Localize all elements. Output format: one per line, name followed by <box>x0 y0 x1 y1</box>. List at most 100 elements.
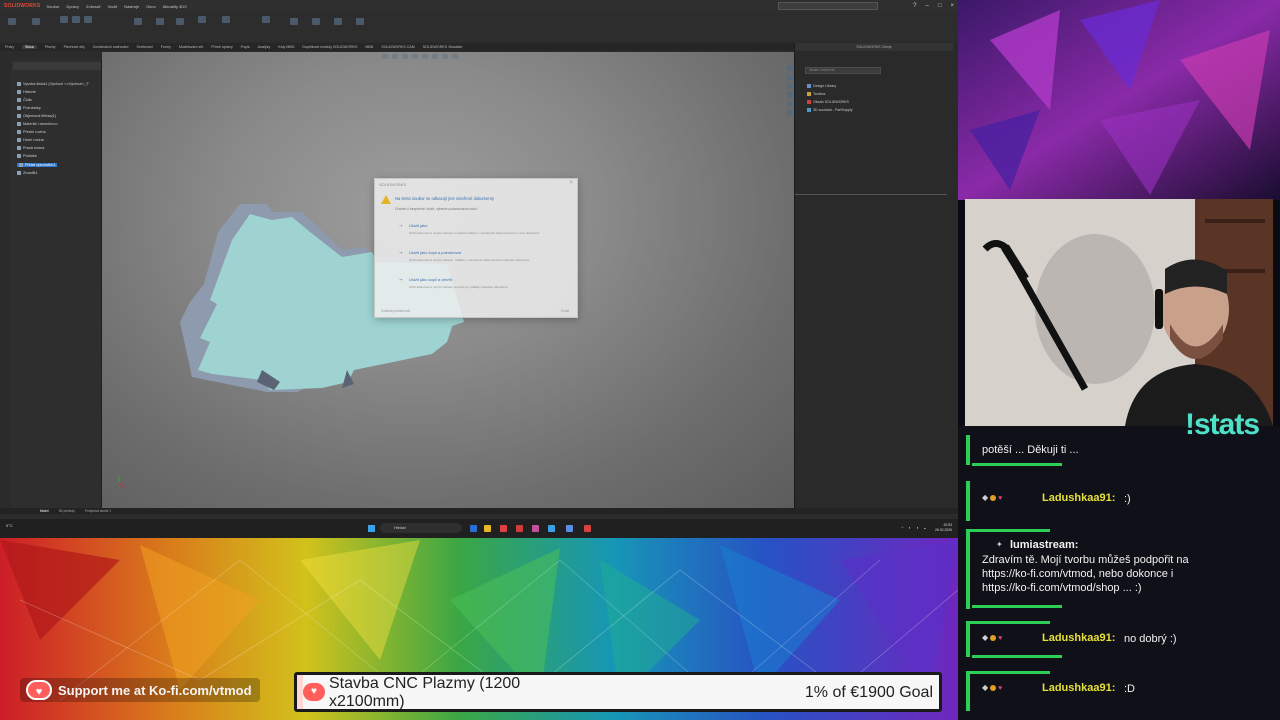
rapid-sketch-icon[interactable] <box>356 18 364 25</box>
donation-goal-bar: ♥ Stavba CNC Plazmy (1200 x2100mm) 1% of… <box>294 672 942 712</box>
file-explorer-icon[interactable] <box>484 525 491 532</box>
tree-item[interactable]: Pravá rovina <box>17 146 44 150</box>
menu-item[interactable]: Vložit <box>107 4 117 9</box>
tab-mbd[interactable]: MBD <box>365 45 373 49</box>
menu-item[interactable]: Aktuality 3DX <box>163 4 187 9</box>
rectangle-tool-icon[interactable] <box>72 16 80 23</box>
view-palette-icon[interactable] <box>787 92 793 98</box>
resources-icon[interactable] <box>787 65 793 71</box>
library-item[interactable]: Obsah SOLIDWORKS <box>807 100 849 105</box>
offset-entities-icon[interactable] <box>176 18 184 25</box>
tab-plechove-dily[interactable]: Plechové díly <box>64 45 85 49</box>
system-tray[interactable]: ^ ◐ ◑ ◒ <box>902 525 928 530</box>
design-library-icon[interactable] <box>787 74 793 80</box>
library-item[interactable]: 3D součásti - PartSupply <box>807 108 853 113</box>
menu-item[interactable]: Soubor <box>46 4 59 9</box>
tree-item[interactable]: Objemová tělesa(1) <box>17 114 56 118</box>
tab-modelovani-siti[interactable]: Modelování sítí <box>179 45 203 49</box>
minimize-button[interactable]: – <box>926 2 929 10</box>
menu-item[interactable]: Zobrazit <box>86 4 100 9</box>
tab-skica[interactable]: Skica <box>21 45 37 49</box>
library-item[interactable]: Toolbox <box>807 92 825 97</box>
kofi-support-banner[interactable]: ♥ Support me at Ko-fi.com/vtmod <box>20 678 260 702</box>
dialog-title: SOLIDWORKS <box>379 182 407 187</box>
tab-analyzy[interactable]: Analýzy <box>258 45 271 49</box>
circle-tool-icon[interactable] <box>84 16 92 23</box>
repair-sketch-icon[interactable] <box>312 18 320 25</box>
close-icon[interactable]: × <box>569 180 573 186</box>
trim-tool-icon[interactable] <box>134 18 142 25</box>
tab-solidworks-visualize[interactable]: SOLIDWORKS Visualize <box>423 45 463 49</box>
kofi-cup-icon: ♥ <box>26 680 52 700</box>
solidworks-window: SOLIDWORKS Soubor Úpravy Zobrazit Vložit… <box>0 0 958 538</box>
appearances-icon[interactable] <box>787 101 793 107</box>
cancel-button[interactable]: Zrušit <box>561 309 569 313</box>
browser-icon[interactable] <box>516 525 523 532</box>
menu-item[interactable]: Okno <box>146 4 156 9</box>
tab-3d-views[interactable]: 3D pohledy <box>59 509 75 513</box>
tree-item[interactable]: Horní rovina <box>17 138 44 142</box>
line-tool-icon[interactable] <box>60 16 68 23</box>
tab-konstrukcni-svarovani[interactable]: Konstrukční svařování <box>93 45 129 49</box>
tree-item[interactable]: Čidla <box>17 98 32 102</box>
quick-snaps-icon[interactable] <box>334 18 342 25</box>
app-icon[interactable] <box>500 525 507 532</box>
mirror-entities-icon[interactable] <box>198 16 206 23</box>
taskbar-search[interactable]: Hledat <box>380 523 462 533</box>
tree-item[interactable]: Zrcadlit1 <box>17 171 38 175</box>
linear-pattern-icon[interactable] <box>222 16 230 23</box>
app-icon[interactable] <box>566 525 573 532</box>
tree-item[interactable]: Materiál <neurčeno> <box>17 122 58 126</box>
task-pane: SOLIDWORKS Zdroje Hledat v knihovně Desi… <box>787 43 958 513</box>
tab-solidworks-cam[interactable]: SOLIDWORKS CAM <box>381 45 414 49</box>
tree-item[interactable]: Přední rovina <box>17 130 46 134</box>
convert-entities-icon[interactable] <box>156 18 164 25</box>
tree-item[interactable]: Historie <box>17 90 36 94</box>
tab-formy[interactable]: Formy <box>161 45 171 49</box>
tab-prvky[interactable]: Prvky <box>5 45 14 49</box>
webcam-image <box>965 199 1273 426</box>
solid-body-icon <box>17 114 21 118</box>
menu-item[interactable]: Úpravy <box>66 4 79 9</box>
app-icon[interactable] <box>548 525 555 532</box>
display-relations-icon[interactable] <box>290 18 298 25</box>
tab-plochy[interactable]: Plochy <box>45 45 56 49</box>
tree-item[interactable]: Vysoká škola1 (Výchozí <<Výchozí>_F <box>17 82 89 86</box>
tree-item-selected[interactable]: Přidat vysunutím1 <box>17 163 58 167</box>
chat-message: ◆ ♥ Ladushkaa91: :) <box>966 481 1266 521</box>
task-view-icon[interactable] <box>470 525 477 532</box>
weather-widget[interactable]: 5°C <box>6 523 13 528</box>
tab-doplnkove-moduly[interactable]: Doplňkové moduly SOLIDWORKS <box>302 45 357 49</box>
chat-bubble-icon: ◆ <box>982 493 989 502</box>
tree-item[interactable]: Počátek <box>17 154 37 158</box>
tab-prime-upravy[interactable]: Přímé úpravy <box>211 45 232 49</box>
smart-dimension-icon[interactable] <box>32 18 40 25</box>
move-entities-icon[interactable] <box>262 16 270 23</box>
custom-properties-icon[interactable] <box>787 110 793 116</box>
windows-start-icon[interactable] <box>368 525 375 532</box>
save-as-option[interactable]: Uložit jako <box>409 223 427 228</box>
arrow-right-icon: ➝ <box>399 223 403 228</box>
close-button[interactable]: × <box>950 2 954 10</box>
maximize-button[interactable]: □ <box>938 2 942 10</box>
sw-search-input[interactable] <box>778 2 878 10</box>
tab-model[interactable]: Model <box>40 509 49 513</box>
tab-motion-study[interactable]: Pohybová studie 1 <box>85 509 111 513</box>
file-explorer-icon[interactable] <box>787 83 793 89</box>
save-copy-continue-option[interactable]: Uložit jako kopii a pokračovat <box>409 250 461 255</box>
menu-item[interactable]: Nástroje <box>124 4 139 9</box>
tree-item[interactable]: Poznámky <box>17 106 41 110</box>
taskbar-clock[interactable]: 20:53 26.02.2026 <box>935 523 952 533</box>
sketch-tool-icon[interactable] <box>8 18 16 25</box>
help-button[interactable]: ? <box>913 2 916 10</box>
solidworks-taskbar-icon[interactable] <box>584 525 591 532</box>
library-search-input[interactable]: Hledat v knihovně <box>805 67 881 74</box>
chat-username: Ladushkaa91: <box>1042 632 1116 644</box>
show-details-toggle[interactable]: Zobrazit podrobnosti <box>381 309 410 313</box>
app-icon[interactable] <box>532 525 539 532</box>
library-item[interactable]: Design Library <box>807 84 836 89</box>
tab-svarovani[interactable]: Svařování <box>137 45 153 49</box>
tab-koty-mbd[interactable]: Kóty MBD <box>278 45 294 49</box>
tab-popis[interactable]: Popis <box>241 45 250 49</box>
save-copy-open-option[interactable]: Uložit jako kopii a otevřít <box>409 277 452 282</box>
